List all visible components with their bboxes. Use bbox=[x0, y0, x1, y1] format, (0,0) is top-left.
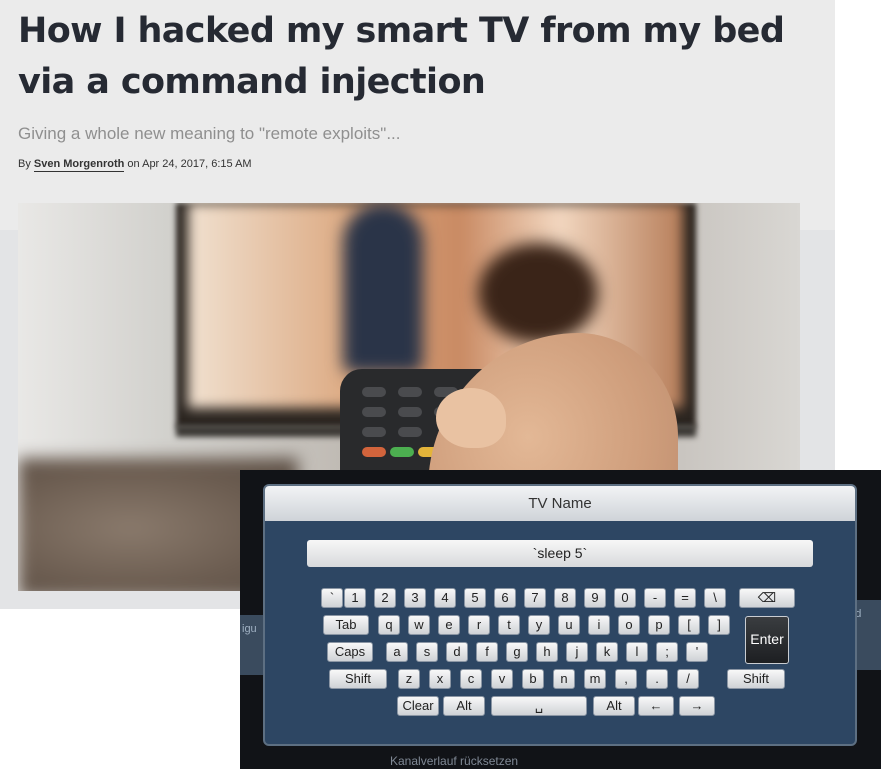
key-backspace[interactable]: ⌫ bbox=[739, 588, 795, 608]
background-menu-left: igu bbox=[240, 615, 265, 675]
key-x[interactable]: x bbox=[429, 669, 451, 689]
byline-prefix: By bbox=[18, 158, 31, 170]
remote-button bbox=[398, 387, 422, 397]
remote-button bbox=[398, 427, 422, 437]
key-r[interactable]: r bbox=[468, 615, 490, 635]
tv-name-input[interactable]: `sleep 5` bbox=[307, 540, 813, 567]
remote-red-button bbox=[362, 447, 386, 457]
key-j[interactable]: j bbox=[566, 642, 588, 662]
key-0[interactable]: 0 bbox=[614, 588, 636, 608]
key-7[interactable]: 7 bbox=[524, 588, 546, 608]
key-q[interactable]: q bbox=[378, 615, 400, 635]
author-link[interactable]: Sven Morgenroth bbox=[33, 158, 125, 172]
key-4[interactable]: 4 bbox=[434, 588, 456, 608]
key-e[interactable]: e bbox=[438, 615, 460, 635]
background-menu-item: Kanalverlauf rücksetzen bbox=[390, 754, 519, 768]
key-v[interactable]: v bbox=[491, 669, 513, 689]
remote-button bbox=[362, 407, 386, 417]
key-slash[interactable]: / bbox=[677, 669, 699, 689]
key-clear[interactable]: Clear bbox=[397, 696, 439, 716]
remote-button bbox=[362, 427, 386, 437]
hero-person-head bbox=[478, 243, 598, 343]
key-g[interactable]: g bbox=[506, 642, 528, 662]
key-right-bracket[interactable]: ] bbox=[708, 615, 730, 635]
key-3[interactable]: 3 bbox=[404, 588, 426, 608]
hero-thumb bbox=[436, 388, 506, 448]
key-comma[interactable]: , bbox=[615, 669, 637, 689]
remote-button bbox=[398, 407, 422, 417]
key-o[interactable]: o bbox=[618, 615, 640, 635]
key-equals[interactable]: = bbox=[674, 588, 696, 608]
key-alt-right[interactable]: Alt bbox=[593, 696, 635, 716]
key-6[interactable]: 6 bbox=[494, 588, 516, 608]
key-w[interactable]: w bbox=[408, 615, 430, 635]
key-c[interactable]: c bbox=[460, 669, 482, 689]
key-5[interactable]: 5 bbox=[464, 588, 486, 608]
remote-green-button bbox=[390, 447, 414, 457]
key-s[interactable]: s bbox=[416, 642, 438, 662]
key-enter[interactable]: Enter bbox=[745, 616, 789, 664]
key-minus[interactable]: - bbox=[644, 588, 666, 608]
key-l[interactable]: l bbox=[626, 642, 648, 662]
key-z[interactable]: z bbox=[398, 669, 420, 689]
key-backslash[interactable]: \ bbox=[704, 588, 726, 608]
key-quote[interactable]: ' bbox=[686, 642, 708, 662]
key-1[interactable]: 1 bbox=[344, 588, 366, 608]
key-space[interactable]: ␣ bbox=[491, 696, 587, 716]
key-semicolon[interactable]: ; bbox=[656, 642, 678, 662]
key-arrow-left[interactable]: ← bbox=[638, 696, 674, 716]
article-subtitle: Giving a whole new meaning to "remote ex… bbox=[18, 124, 401, 143]
key-shift-right[interactable]: Shift bbox=[727, 669, 785, 689]
article-title: How I hacked my smart TV from my bed via… bbox=[18, 11, 785, 102]
key-f[interactable]: f bbox=[476, 642, 498, 662]
key-arrow-right[interactable]: → bbox=[679, 696, 715, 716]
key-u[interactable]: u bbox=[558, 615, 580, 635]
key-2[interactable]: 2 bbox=[374, 588, 396, 608]
key-d[interactable]: d bbox=[446, 642, 468, 662]
key-period[interactable]: . bbox=[646, 669, 668, 689]
key-backtick[interactable]: ` bbox=[321, 588, 343, 608]
key-b[interactable]: b bbox=[522, 669, 544, 689]
key-n[interactable]: n bbox=[553, 669, 575, 689]
key-tab[interactable]: Tab bbox=[323, 615, 369, 635]
key-left-bracket[interactable]: [ bbox=[678, 615, 700, 635]
key-alt-left[interactable]: Alt bbox=[443, 696, 485, 716]
key-m[interactable]: m bbox=[584, 669, 606, 689]
dialog-title: TV Name bbox=[265, 486, 855, 521]
byline: By Sven Morgenroth on Apr 24, 2017, 6:15… bbox=[18, 158, 252, 172]
key-8[interactable]: 8 bbox=[554, 588, 576, 608]
key-t[interactable]: t bbox=[498, 615, 520, 635]
tv-keyboard-screenshot: igu Bild Kanalverlauf rücksetzen TV Name… bbox=[240, 470, 881, 769]
key-a[interactable]: a bbox=[386, 642, 408, 662]
key-9[interactable]: 9 bbox=[584, 588, 606, 608]
tv-name-dialog: TV Name `sleep 5` ` 1 2 3 4 5 6 7 8 9 0 … bbox=[263, 484, 857, 746]
remote-button bbox=[362, 387, 386, 397]
key-i[interactable]: i bbox=[588, 615, 610, 635]
key-k[interactable]: k bbox=[596, 642, 618, 662]
publish-date: on Apr 24, 2017, 6:15 AM bbox=[127, 158, 252, 170]
key-shift-left[interactable]: Shift bbox=[329, 669, 387, 689]
key-h[interactable]: h bbox=[536, 642, 558, 662]
background-menu-left-label: igu bbox=[242, 623, 257, 635]
hero-person-silhouette bbox=[343, 203, 423, 373]
key-p[interactable]: p bbox=[648, 615, 670, 635]
key-caps[interactable]: Caps bbox=[327, 642, 373, 662]
key-y[interactable]: y bbox=[528, 615, 550, 635]
